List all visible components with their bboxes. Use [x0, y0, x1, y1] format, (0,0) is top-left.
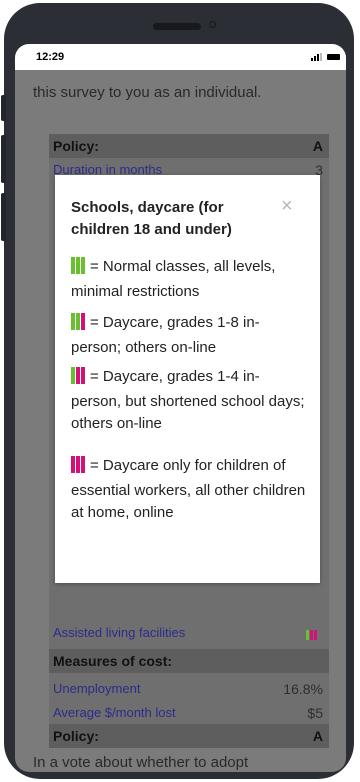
phone-side-button	[1, 135, 6, 183]
unemployment-link[interactable]: Unemployment	[53, 681, 140, 696]
assisted-living-link[interactable]: Assisted living facilities	[53, 625, 185, 640]
phone-side-button	[1, 193, 6, 241]
unemployment-value: 16.8%	[283, 681, 323, 697]
policy-level-icon	[71, 257, 86, 281]
policy-label-bottom: Policy:	[53, 728, 99, 744]
signal-icon	[311, 53, 322, 61]
legend-text: = Normal classes, all levels, minimal re…	[71, 258, 276, 300]
policy-level-icon	[71, 313, 86, 337]
table-row: Assisted living facilities	[49, 623, 329, 643]
table-row: Average $/month lost $5	[49, 703, 329, 723]
policy-level-icon	[71, 456, 86, 480]
camera-icon	[209, 21, 216, 28]
status-time: 12:29	[36, 51, 65, 63]
battery-icon	[327, 54, 340, 60]
close-icon[interactable]: ×	[281, 195, 293, 218]
legend-entry: = Normal classes, all levels, minimal re…	[71, 256, 307, 303]
table-row: Unemployment 16.8%	[49, 679, 329, 699]
policy-level-icon	[305, 627, 317, 643]
vote-text: In a vote about whether to adopt	[33, 754, 249, 771]
phone-side-button	[1, 95, 6, 121]
dialog-title: Schools, daycare (for children 18 and un…	[71, 199, 232, 238]
legend-entry: = Daycare, grades 1-8 in-person; others …	[71, 312, 307, 359]
legend-text: = Daycare, grades 1-4 in-person, but sho…	[71, 368, 305, 432]
legend-text: = Daycare only for children of essential…	[71, 457, 306, 521]
legend-dialog: Schools, daycare (for children 18 and un…	[55, 175, 320, 583]
intro-text: this survey to you as an individual.	[33, 84, 262, 101]
cost-header: Measures of cost:	[53, 653, 173, 669]
legend-entry: = Daycare, grades 1-4 in-person, but sho…	[71, 366, 307, 435]
policy-level-icon	[71, 367, 86, 391]
status-bar: 12:29	[15, 44, 346, 70]
legend-text: = Daycare, grades 1-8 in-person; others …	[71, 314, 260, 356]
legend-entry: = Daycare only for children of essential…	[71, 455, 307, 524]
policy-value-bottom: A	[312, 728, 323, 744]
avg-lost-value: $5	[307, 705, 323, 721]
table-row: Policy: A	[49, 134, 329, 158]
policy-value: A	[312, 138, 323, 154]
speaker-grille	[153, 23, 201, 30]
table-row: Measures of cost:	[49, 649, 329, 673]
policy-label: Policy:	[53, 138, 99, 154]
table-row: Policy: A	[49, 724, 329, 748]
avg-lost-link[interactable]: Average $/month lost	[53, 705, 176, 720]
